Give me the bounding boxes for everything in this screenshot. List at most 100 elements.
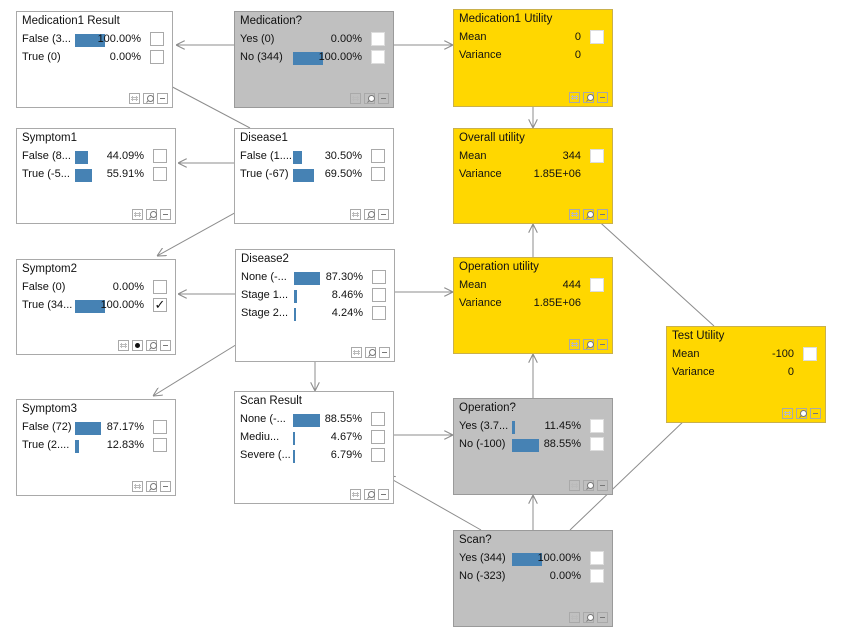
table-icon[interactable] xyxy=(569,209,580,220)
magnifier-icon[interactable] xyxy=(146,481,157,492)
state-row[interactable]: Severe (... 6.79% xyxy=(240,448,388,464)
state-row[interactable]: No (-100) 88.55% xyxy=(459,437,607,453)
evidence-checkbox[interactable] xyxy=(590,551,604,565)
evidence-checkbox[interactable] xyxy=(150,50,164,64)
minimize-icon[interactable] xyxy=(160,481,171,492)
state-row[interactable]: True (-5... 55.91% xyxy=(22,167,170,183)
state-row[interactable]: Mediu... 4.67% xyxy=(240,430,388,446)
magnifier-icon[interactable] xyxy=(365,347,376,358)
magnifier-icon[interactable] xyxy=(146,209,157,220)
node-symptom3[interactable]: Symptom3 False (72) 87.17% True (2.... 12.83… xyxy=(16,399,176,496)
state-row[interactable]: True (-67) 69.50% xyxy=(240,167,388,183)
table-icon[interactable] xyxy=(118,340,129,351)
minimize-icon[interactable] xyxy=(597,209,608,220)
node-symptom2[interactable]: Symptom2 False (0) 0.00% True (34... 100.00%… xyxy=(16,259,176,355)
magnifier-icon[interactable] xyxy=(364,93,375,104)
table-icon[interactable] xyxy=(350,489,361,500)
evidence-checkbox[interactable] xyxy=(372,270,386,284)
state-row[interactable]: False (3... 100.00% xyxy=(22,32,167,48)
table-icon[interactable] xyxy=(132,481,143,492)
state-row[interactable]: False (8... 44.09% xyxy=(22,149,170,165)
evidence-checkbox[interactable] xyxy=(150,32,164,46)
evidence-dot-icon[interactable] xyxy=(132,340,143,351)
minimize-icon[interactable] xyxy=(379,347,390,358)
table-icon[interactable] xyxy=(569,612,580,623)
minimize-icon[interactable] xyxy=(378,93,389,104)
evidence-checkbox[interactable] xyxy=(590,437,604,451)
minimize-icon[interactable] xyxy=(160,340,171,351)
evidence-checkbox[interactable] xyxy=(153,280,167,294)
node-disease1[interactable]: Disease1 False (1.... 30.50% True (-67) 69.5… xyxy=(234,128,394,224)
node-medication[interactable]: Medication? Yes (0) 0.00% No (344) 100.00% xyxy=(234,11,394,108)
table-icon[interactable] xyxy=(350,93,361,104)
mean-checkbox[interactable] xyxy=(590,278,604,292)
node-operation-utility[interactable]: Operation utility Mean 444 Variance 1.85E+06 xyxy=(453,257,613,354)
table-icon[interactable] xyxy=(129,93,140,104)
minimize-icon[interactable] xyxy=(597,92,608,103)
minimize-icon[interactable] xyxy=(157,93,168,104)
evidence-checkbox[interactable] xyxy=(371,448,385,462)
magnifier-icon[interactable] xyxy=(796,408,807,419)
state-row[interactable]: True (0) 0.00% xyxy=(22,50,167,66)
evidence-checkbox[interactable] xyxy=(153,167,167,181)
state-row[interactable]: No (344) 100.00% xyxy=(240,50,388,66)
state-row[interactable]: True (34... 100.00% ✓ xyxy=(22,298,170,314)
minimize-icon[interactable] xyxy=(810,408,821,419)
node-scan-result[interactable]: Scan Result None (-... 88.55% Mediu... 4.67%… xyxy=(234,391,394,504)
mean-checkbox[interactable] xyxy=(803,347,817,361)
minimize-icon[interactable] xyxy=(378,489,389,500)
magnifier-icon[interactable] xyxy=(364,209,375,220)
state-row[interactable]: None (-... 88.55% xyxy=(240,412,388,428)
state-row[interactable]: False (72) 87.17% xyxy=(22,420,170,436)
node-disease2[interactable]: Disease2 None (-... 87.30% Stage 1... 8.46% S… xyxy=(235,249,395,362)
magnifier-icon[interactable] xyxy=(583,209,594,220)
node-medication1-result[interactable]: Medication1 Result False (3... 100.00% True… xyxy=(16,11,173,108)
table-icon[interactable] xyxy=(132,209,143,220)
evidence-checkbox[interactable] xyxy=(371,50,385,64)
evidence-checkbox[interactable] xyxy=(153,149,167,163)
table-icon[interactable] xyxy=(350,209,361,220)
magnifier-icon[interactable] xyxy=(364,489,375,500)
minimize-icon[interactable] xyxy=(378,209,389,220)
evidence-checkbox[interactable] xyxy=(372,288,386,302)
state-row[interactable]: False (1.... 30.50% xyxy=(240,149,388,165)
minimize-icon[interactable] xyxy=(597,612,608,623)
evidence-checkbox[interactable] xyxy=(153,420,167,434)
minimize-icon[interactable] xyxy=(597,480,608,491)
node-scan[interactable]: Scan? Yes (344) 100.00% No (-323) 0.00% xyxy=(453,530,613,627)
mean-checkbox[interactable] xyxy=(590,30,604,44)
table-icon[interactable] xyxy=(569,92,580,103)
evidence-checkbox[interactable] xyxy=(153,438,167,452)
magnifier-icon[interactable] xyxy=(583,92,594,103)
minimize-icon[interactable] xyxy=(597,339,608,350)
magnifier-icon[interactable] xyxy=(146,340,157,351)
node-test-utility[interactable]: Test Utility Mean -100 Variance 0 xyxy=(666,326,826,423)
state-row[interactable]: Yes (0) 0.00% xyxy=(240,32,388,48)
evidence-checkbox[interactable] xyxy=(371,167,385,181)
evidence-checkbox-checked[interactable]: ✓ xyxy=(153,298,167,312)
state-row[interactable]: Stage 2... 4.24% xyxy=(241,306,389,322)
magnifier-icon[interactable] xyxy=(583,480,594,491)
node-medication1-utility[interactable]: Medication1 Utility Mean 0 Variance 0 xyxy=(453,9,613,107)
state-row[interactable]: False (0) 0.00% xyxy=(22,280,170,296)
table-icon[interactable] xyxy=(569,480,580,491)
state-row[interactable]: None (-... 87.30% xyxy=(241,270,389,286)
evidence-checkbox[interactable] xyxy=(371,430,385,444)
evidence-checkbox[interactable] xyxy=(371,32,385,46)
evidence-checkbox[interactable] xyxy=(372,306,386,320)
state-row[interactable]: No (-323) 0.00% xyxy=(459,569,607,585)
evidence-checkbox[interactable] xyxy=(590,569,604,583)
node-symptom1[interactable]: Symptom1 False (8... 44.09% True (-5... 55.9… xyxy=(16,128,176,224)
node-operation[interactable]: Operation? Yes (3.7... 11.45% No (-100) 88.5… xyxy=(453,398,613,495)
evidence-checkbox[interactable] xyxy=(371,412,385,426)
state-row[interactable]: Yes (344) 100.00% xyxy=(459,551,607,567)
node-overall-utility[interactable]: Overall utility Mean 344 Variance 1.85E+06 xyxy=(453,128,613,224)
state-row[interactable]: Stage 1... 8.46% xyxy=(241,288,389,304)
state-row[interactable]: Yes (3.7... 11.45% xyxy=(459,419,607,435)
minimize-icon[interactable] xyxy=(160,209,171,220)
mean-checkbox[interactable] xyxy=(590,149,604,163)
table-icon[interactable] xyxy=(782,408,793,419)
evidence-checkbox[interactable] xyxy=(371,149,385,163)
table-icon[interactable] xyxy=(569,339,580,350)
evidence-checkbox[interactable] xyxy=(590,419,604,433)
